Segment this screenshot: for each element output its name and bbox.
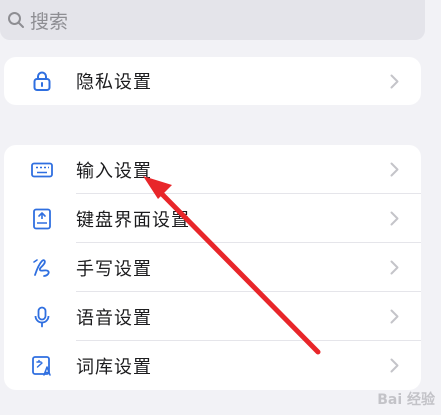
search-icon [6, 10, 26, 30]
privacy-card: 隐私设置 [4, 57, 421, 105]
chevron-right-icon [389, 260, 399, 276]
chevron-right-icon [389, 309, 399, 325]
voice-settings-item[interactable]: 语音设置 [4, 292, 421, 341]
watermark: Bai 经验 [377, 392, 435, 408]
keyboard-ui-settings-item[interactable]: 键盘界面设置 [4, 194, 421, 243]
lexicon-settings-item[interactable]: 词库设置 [4, 341, 421, 390]
search-bar[interactable]: 搜索 [0, 0, 425, 40]
handwriting-icon [30, 256, 54, 280]
input-settings-item[interactable]: 输入设置 [4, 145, 421, 194]
chevron-right-icon [389, 358, 399, 374]
lexicon-settings-label: 词库设置 [76, 356, 152, 378]
voice-settings-label: 语音设置 [76, 307, 152, 329]
lock-icon [30, 69, 54, 93]
handwriting-settings-item[interactable]: 手写设置 [4, 243, 421, 292]
keyboard-layout-icon [30, 207, 54, 231]
search-placeholder: 搜索 [30, 10, 69, 33]
handwriting-settings-label: 手写设置 [76, 258, 152, 280]
microphone-icon [30, 305, 54, 329]
input-settings-label: 输入设置 [76, 160, 152, 182]
settings-card: 输入设置 键盘界面设置 手写设置 语音设置 词库设置 [4, 145, 421, 390]
chevron-right-icon [389, 162, 399, 178]
privacy-settings-label: 隐私设置 [76, 72, 152, 93]
chevron-right-icon [389, 211, 399, 227]
keyboard-icon [30, 158, 54, 182]
keyboard-ui-settings-label: 键盘界面设置 [76, 209, 190, 231]
dictionary-icon [30, 354, 54, 378]
privacy-settings-item[interactable]: 隐私设置 [4, 57, 421, 105]
chevron-right-icon [389, 73, 399, 89]
